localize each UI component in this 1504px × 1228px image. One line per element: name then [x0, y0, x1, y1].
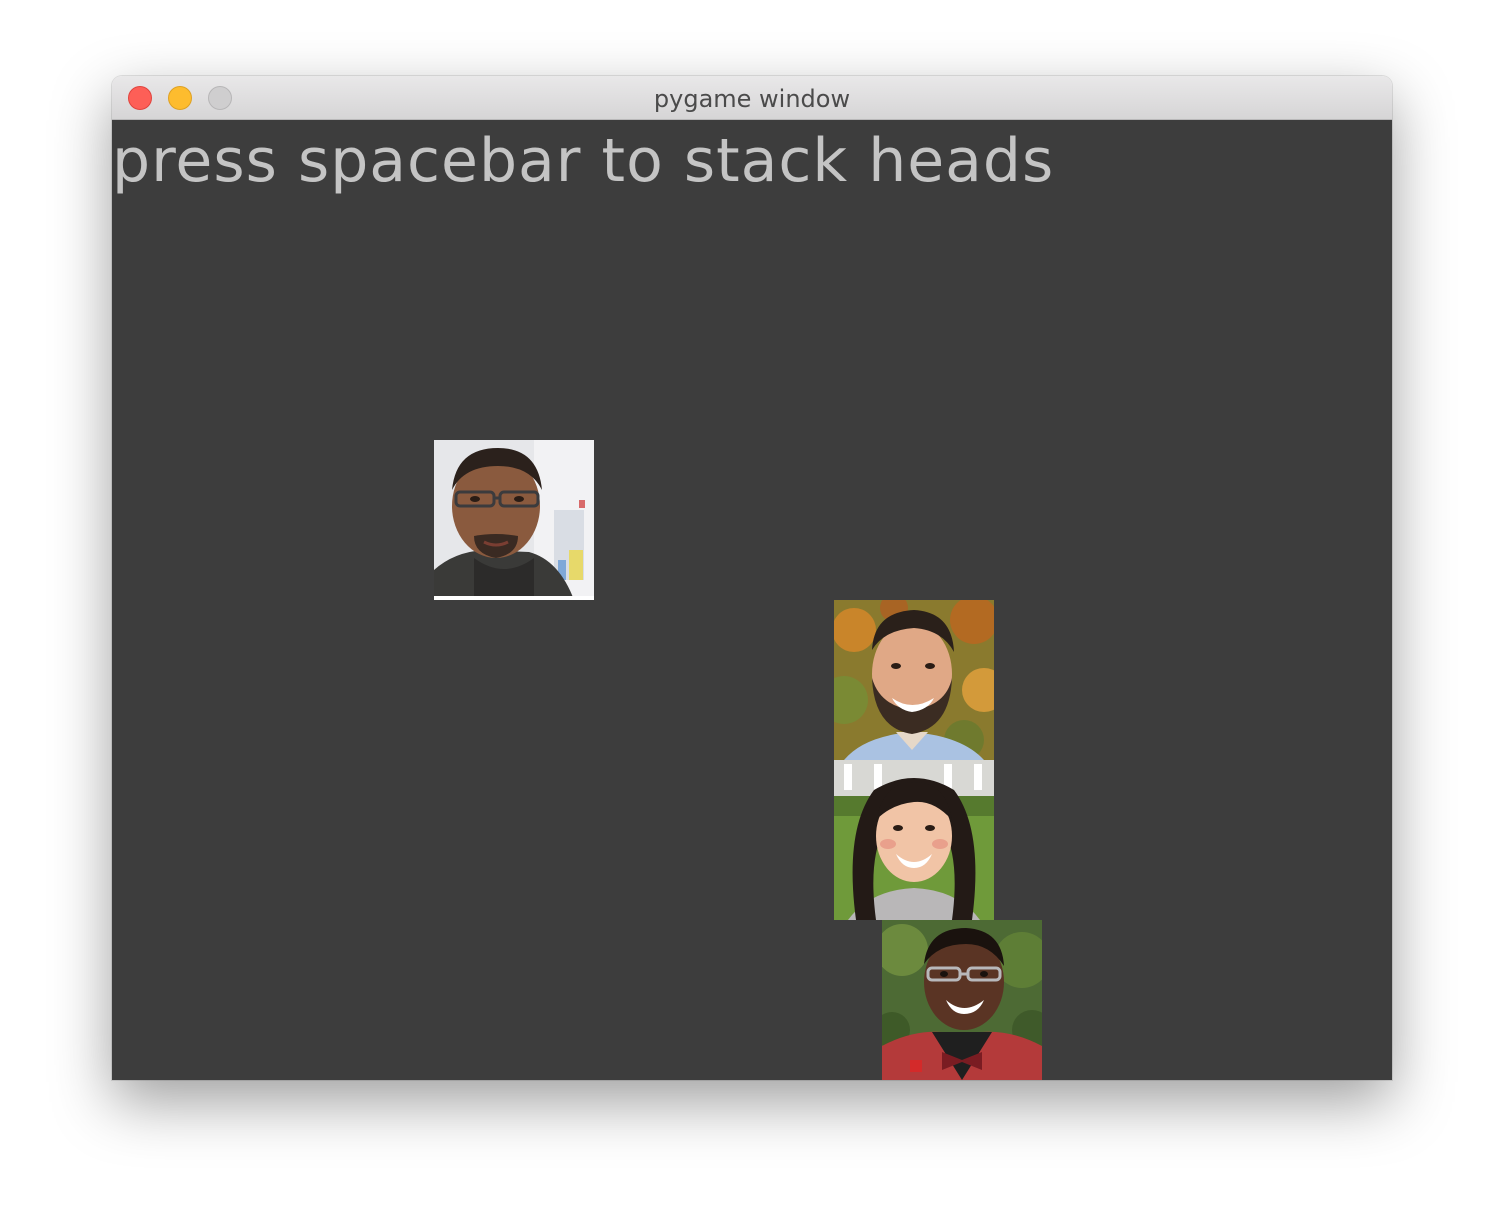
head-photo-4: [882, 920, 1042, 1080]
pygame-window: pygame window press spacebar to stack he…: [112, 76, 1392, 1080]
instruction-text: press spacebar to stack heads: [112, 126, 1055, 196]
head-photo-3: [834, 760, 994, 920]
head-photo-1: [434, 440, 594, 600]
head-photo-2: [834, 600, 994, 760]
title-bar[interactable]: pygame window: [112, 76, 1392, 120]
game-canvas[interactable]: press spacebar to stack heads: [112, 120, 1392, 1080]
window-title: pygame window: [653, 85, 851, 113]
